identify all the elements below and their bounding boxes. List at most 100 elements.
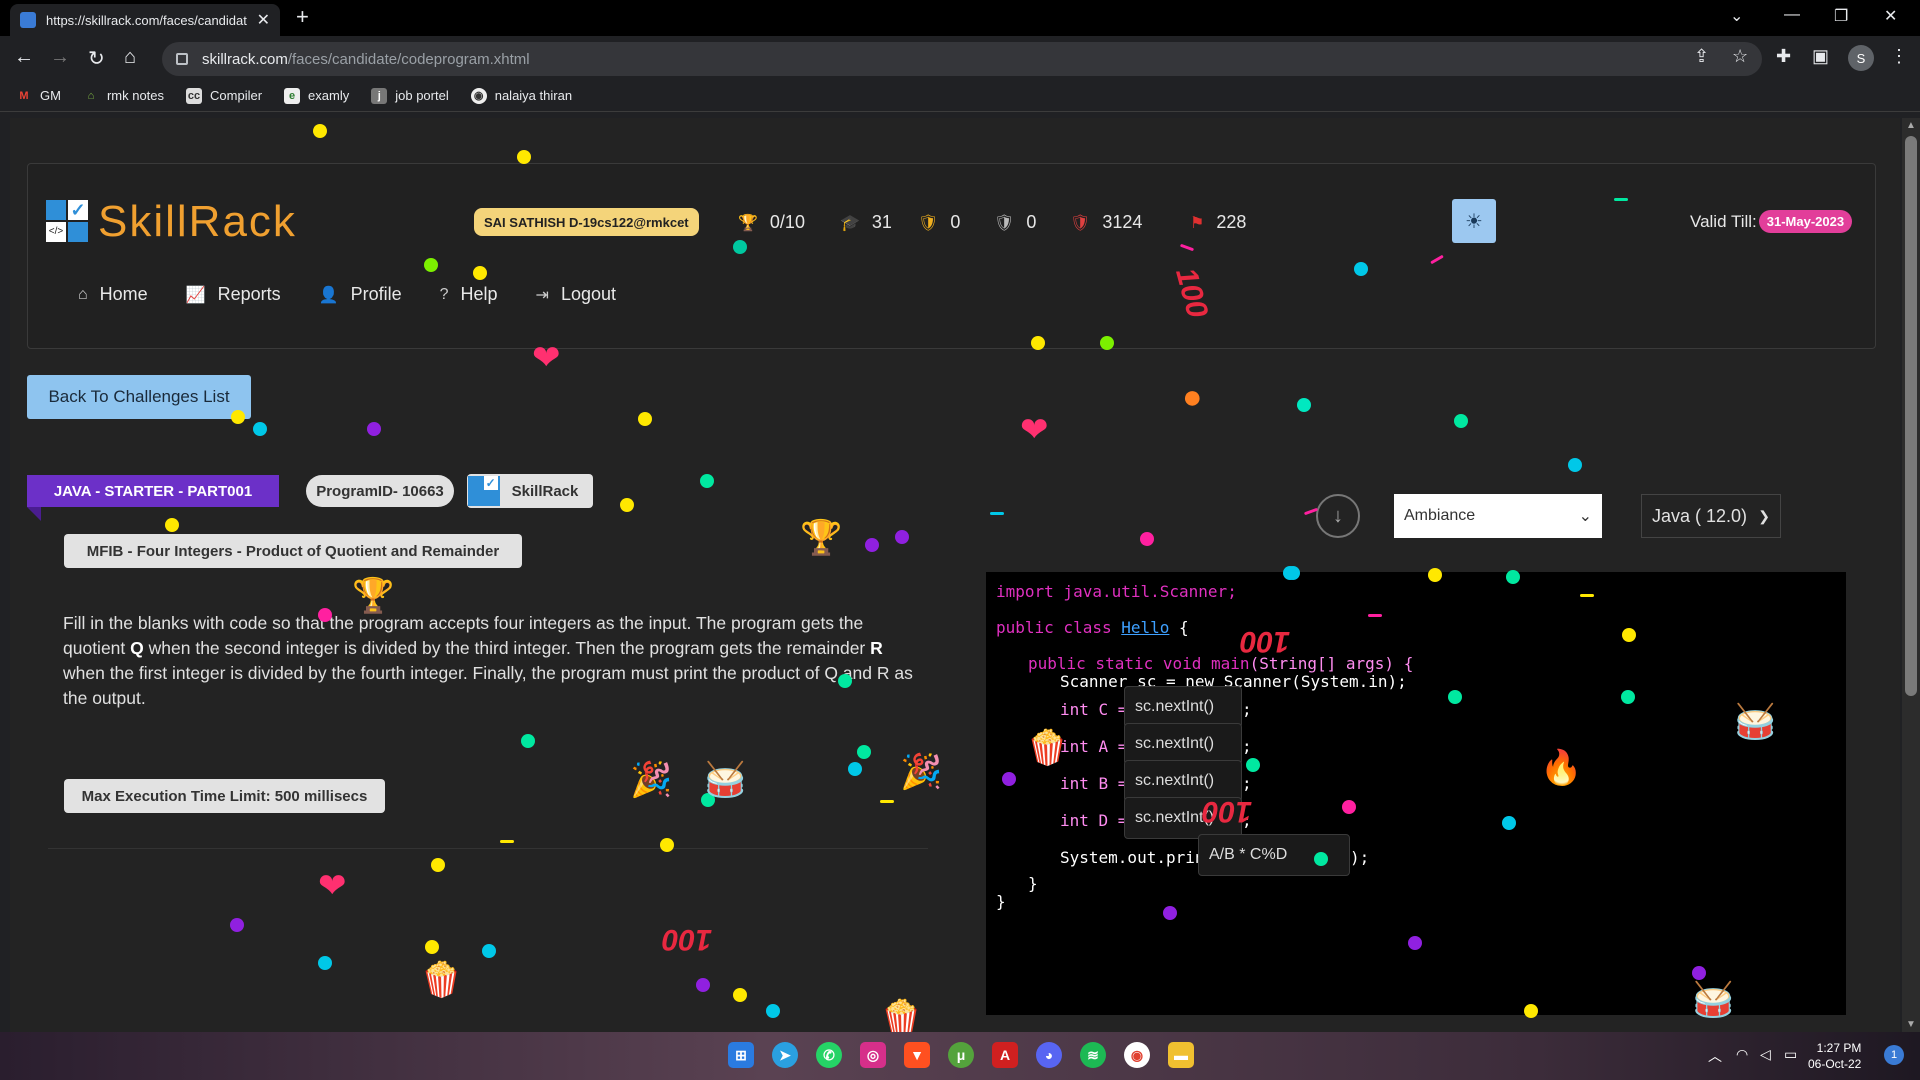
user-badge: SAI SATHISH D-19cs122@rmkcet: [474, 208, 699, 236]
nav-label: Help: [460, 284, 498, 304]
instagram-icon[interactable]: ◎: [860, 1042, 886, 1068]
reload-icon[interactable]: ↻: [88, 46, 105, 71]
time-limit-badge: Max Execution Time Limit: 500 millisecs: [64, 779, 385, 813]
blank-expression-input[interactable]: A/B * C%D: [1198, 834, 1350, 876]
bookmark-examly[interactable]: e examly: [284, 87, 350, 104]
bookmark-star-icon[interactable]: ☆: [1732, 46, 1748, 67]
code-line: );: [1350, 848, 1370, 867]
skillrack-logo-icon: ✓ </>: [46, 200, 88, 244]
chevron-down-icon: ❯: [1758, 507, 1770, 524]
stat-value: 3124: [1102, 212, 1143, 232]
bookmark-nalaiya-thiran[interactable]: ◉ nalaiya thiran: [470, 87, 573, 104]
bookmark-compiler[interactable]: cc Compiler: [186, 87, 263, 104]
nav-label: Logout: [560, 284, 616, 304]
bookmark-label: job portel: [395, 88, 449, 103]
forward-icon[interactable]: →: [50, 46, 70, 69]
class-name: Hello: [1121, 618, 1170, 637]
minimize-icon[interactable]: —: [1784, 6, 1800, 24]
clock-date: 06-Oct-22: [1808, 1057, 1862, 1071]
pdf-reader-icon[interactable]: A: [992, 1042, 1018, 1068]
trophy-icon: 🏆: [738, 214, 758, 232]
utorrent-icon[interactable]: μ: [948, 1042, 974, 1068]
bookmark-label: nalaiya thiran: [494, 88, 573, 103]
discord-icon[interactable]: ◕: [1036, 1042, 1062, 1068]
closing-brace: }: [1028, 874, 1038, 893]
code-editor[interactable]: import java.util.Scanner; public class H…: [986, 572, 1846, 1015]
extensions-icon[interactable]: ✚: [1776, 46, 1791, 67]
blank-c-input[interactable]: sc.nextInt(): [1124, 686, 1242, 728]
bookmark-label: Compiler: [210, 88, 263, 103]
spotify-icon[interactable]: ≋: [1080, 1042, 1106, 1068]
gold-badge-icon: 🛡: [918, 214, 939, 232]
browser-tab[interactable]: https://skillrack.com/faces/candidat ✕: [10, 4, 280, 36]
tab-strip: https://skillrack.com/faces/candidat ✕ +…: [0, 0, 1920, 36]
editor-theme-select[interactable]: Ambiance ⌄: [1394, 494, 1602, 538]
chrome-icon[interactable]: ◉: [1124, 1042, 1150, 1068]
menu-icon[interactable]: ⋮: [1890, 46, 1908, 67]
side-panel-icon[interactable]: ▣: [1812, 46, 1829, 67]
page-scrollbar[interactable]: ▲ ▼: [1902, 118, 1920, 1032]
close-tab-icon[interactable]: ✕: [257, 10, 270, 30]
battery-icon[interactable]: ▭: [1784, 1046, 1797, 1063]
bronze-badge-icon: 🛡: [1070, 214, 1091, 232]
clock-time: 1:27 PM: [1816, 1041, 1862, 1055]
closing-brace: }: [996, 892, 1006, 911]
whatsapp-icon[interactable]: ✆: [816, 1042, 842, 1068]
skillrack-logo[interactable]: ✓ </> SkillRack: [46, 197, 297, 247]
nav-help[interactable]: ? Help: [440, 284, 498, 305]
valid-label: Valid Till:: [1690, 211, 1757, 231]
system-clock[interactable]: 1:27 PM 06-Oct-22: [1808, 1040, 1861, 1072]
bookmark-label: examly: [308, 88, 350, 103]
file-explorer-icon[interactable]: ▬: [1168, 1042, 1194, 1068]
scroll-down-icon[interactable]: ▼: [1906, 1019, 1916, 1030]
job-icon: j: [371, 87, 388, 104]
gmail-icon: M: [19, 89, 29, 102]
back-icon[interactable]: ←: [14, 46, 34, 69]
compiler-icon: cc: [186, 87, 203, 104]
blank-d-input[interactable]: sc.nextInt(): [1124, 797, 1242, 839]
bookmark-label: GM: [40, 88, 61, 103]
nav-profile[interactable]: 👤 Profile: [319, 284, 402, 305]
home-browser-icon[interactable]: ⌂: [124, 46, 136, 69]
volume-icon[interactable]: ◁: [1760, 1046, 1771, 1063]
blank-a-input[interactable]: sc.nextInt(): [1124, 723, 1242, 765]
windows-start-icon[interactable]: ⊞: [728, 1042, 754, 1068]
new-tab-icon[interactable]: +: [296, 4, 309, 30]
nav-logout[interactable]: ⇥ Logout: [536, 284, 616, 305]
tab-search-icon[interactable]: ⌄: [1730, 6, 1743, 26]
semicolon: ;: [1242, 774, 1252, 793]
restore-icon[interactable]: ❐: [1834, 6, 1848, 26]
wifi-icon[interactable]: ◠: [1736, 1046, 1748, 1063]
nav-reports[interactable]: 📈 Reports: [186, 284, 281, 305]
scroll-thumb[interactable]: [1905, 136, 1917, 696]
import-statement: import java.util.Scanner;: [996, 582, 1237, 601]
profile-avatar[interactable]: S: [1848, 45, 1874, 71]
scroll-up-icon[interactable]: ▲: [1906, 120, 1916, 131]
home-icon: ⌂: [78, 285, 88, 303]
address-bar[interactable]: skillrack.com /faces/candidate/codeprogr…: [162, 42, 1762, 76]
bookmark-job-portel[interactable]: j job portel: [371, 87, 449, 104]
share-icon[interactable]: ⇪: [1694, 46, 1709, 67]
download-button[interactable]: ↓: [1316, 494, 1360, 538]
stat-value: 0: [1026, 212, 1037, 232]
stat-value: 0: [950, 212, 961, 232]
browser-toolbar: ← → ↻ ⌂ skillrack.com /faces/candidate/c…: [0, 36, 1920, 80]
stat-grad: 🎓 31: [840, 212, 892, 233]
telegram-icon[interactable]: ➤: [772, 1042, 798, 1068]
notification-badge[interactable]: 1: [1884, 1045, 1904, 1065]
code-line: public class Hello {: [996, 618, 1189, 637]
semicolon: ;: [1242, 700, 1252, 719]
skillrack-small-logo-icon: [467, 476, 500, 506]
bookmark-gm[interactable]: M GM: [16, 88, 61, 104]
language-select[interactable]: Java ( 12.0) ❯: [1641, 494, 1781, 538]
nav-home[interactable]: ⌂ Home: [78, 284, 148, 305]
stat-value: 228: [1216, 212, 1247, 232]
theme-toggle-button[interactable]: ☀: [1452, 199, 1496, 243]
blank-b-input[interactable]: sc.nextInt(): [1124, 760, 1242, 802]
tray-chevron-icon[interactable]: ︿: [1708, 1046, 1722, 1066]
back-to-challenges-button[interactable]: Back To Challenges List: [27, 375, 251, 419]
brave-icon[interactable]: ▼: [904, 1042, 930, 1068]
stat-bronze: 🛡 3124: [1070, 212, 1142, 233]
close-window-icon[interactable]: ✕: [1884, 6, 1897, 26]
bookmark-rmk-notes[interactable]: ⌂ rmk notes: [83, 88, 164, 104]
